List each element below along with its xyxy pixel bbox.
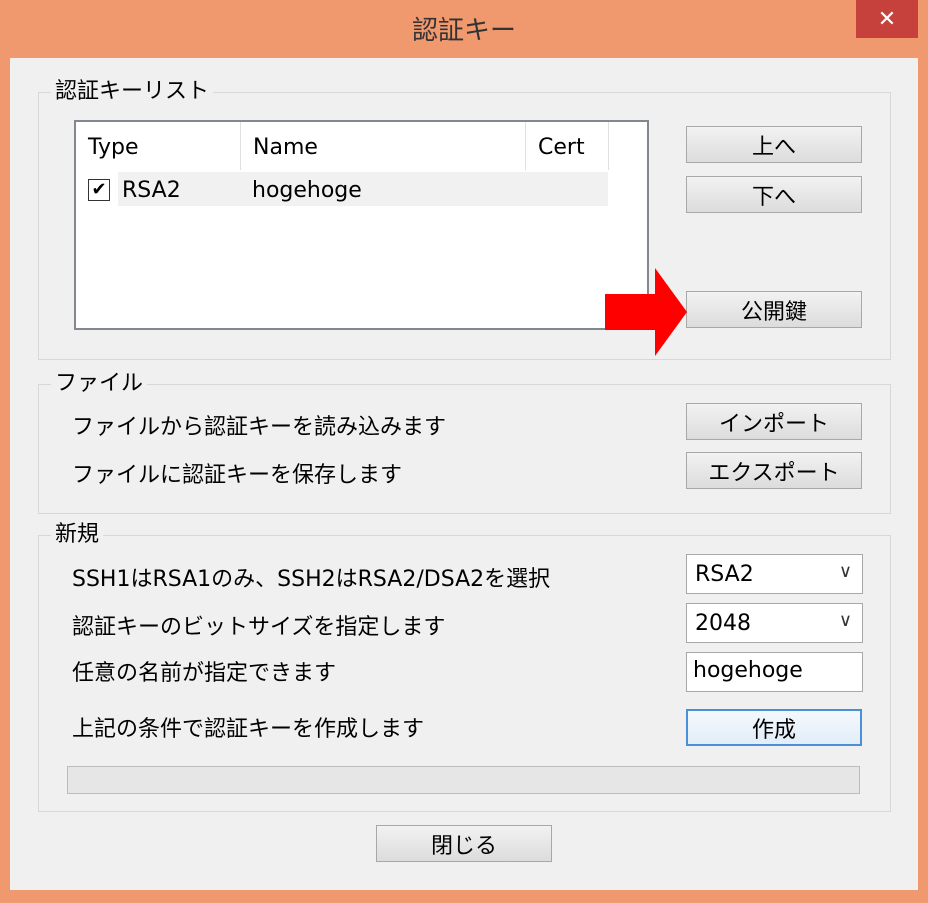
key-type-select[interactable]: RSA2 ∨ (686, 554, 863, 594)
list-item[interactable] (118, 172, 608, 206)
key-bits-description: 認証キーのビットサイズを指定します (72, 615, 446, 640)
list-header: Type Name Cert (76, 122, 609, 170)
key-list-group-title: 認証キーリスト (51, 79, 214, 105)
key-type-value: RSA2 (695, 562, 754, 587)
key-enabled-checkbox[interactable]: ✔ (88, 179, 110, 201)
row-name-cell: hogehoge (252, 178, 362, 203)
row-type-cell: RSA2 (122, 178, 181, 203)
key-name-input[interactable]: hogehoge (686, 652, 863, 692)
chevron-down-icon: ∨ (838, 561, 852, 582)
move-up-button[interactable]: 上へ (686, 126, 862, 163)
key-bits-value: 2048 (695, 611, 751, 636)
column-header-name[interactable]: Name (241, 122, 526, 170)
column-header-cert[interactable]: Cert (526, 122, 609, 170)
import-description: ファイルから認証キーを読み込みます (72, 415, 447, 440)
create-progress-bar (67, 766, 860, 794)
export-description: ファイルに認証キーを保存します (72, 463, 403, 488)
create-button[interactable]: 作成 (686, 709, 862, 746)
file-group-title: ファイル (51, 371, 148, 397)
red-arrow-icon (605, 268, 687, 356)
export-button[interactable]: エクスポート (686, 452, 862, 489)
move-down-button[interactable]: 下へ (686, 176, 862, 213)
key-type-description: SSH1はRSA1のみ、SSH2はRSA2/DSA2を選択 (72, 567, 551, 592)
new-key-group-title: 新規 (51, 522, 104, 548)
public-key-button[interactable]: 公開鍵 (686, 291, 862, 328)
close-window-button[interactable]: ✕ (856, 0, 918, 38)
window-title: 認証キー (411, 16, 516, 46)
dialog-client: 認証キーリスト Type Name Cert ✔ RSA2 hogehoge 上… (10, 58, 918, 890)
import-button[interactable]: インポート (686, 403, 862, 440)
chevron-down-icon: ∨ (838, 610, 852, 631)
close-icon: ✕ (877, 6, 897, 32)
key-list-view[interactable]: Type Name Cert ✔ RSA2 hogehoge (74, 120, 649, 330)
key-bits-select[interactable]: 2048 ∨ (686, 603, 863, 643)
column-header-type[interactable]: Type (76, 122, 241, 170)
title-bar: 認証キー ✕ (0, 0, 928, 58)
create-description: 上記の条件で認証キーを作成します (72, 717, 425, 742)
close-button[interactable]: 閉じる (376, 825, 552, 862)
key-name-description: 任意の名前が指定できます (72, 661, 337, 686)
